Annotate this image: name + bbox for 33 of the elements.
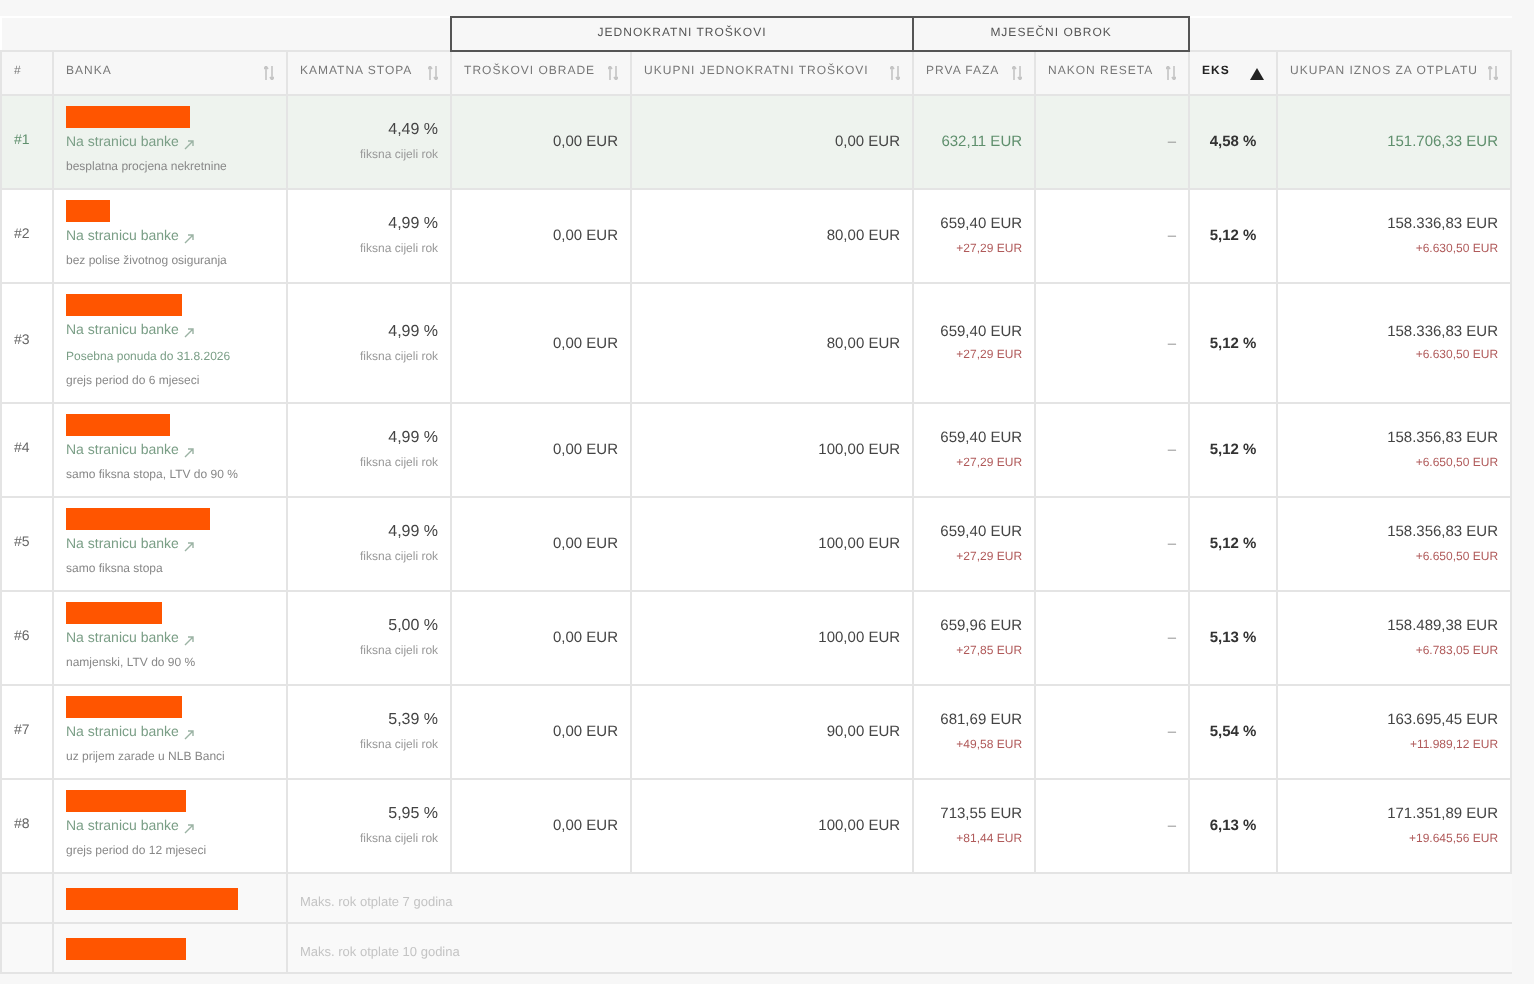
sort-icon[interactable] — [1012, 66, 1023, 80]
redacted-bank-name — [66, 695, 182, 718]
redacted-bank-name — [66, 601, 162, 624]
interest-rate: 4,99 % — [388, 319, 439, 343]
external-link-icon — [184, 823, 195, 833]
external-link-icon — [184, 635, 195, 645]
redacted-bank-name — [66, 199, 110, 222]
external-link-icon — [184, 729, 195, 739]
redacted-bank-name — [66, 507, 210, 530]
sort-icon[interactable] — [608, 66, 619, 80]
interest-rate: 5,95 % — [388, 802, 439, 826]
redacted-bank-name — [66, 105, 190, 128]
external-link-icon — [184, 139, 195, 149]
redacted-bank-name — [66, 294, 182, 317]
sort-icon[interactable] — [890, 66, 901, 80]
interest-rate: 4,49 % — [388, 118, 439, 142]
redacted-bank-name — [66, 937, 186, 959]
external-link-icon — [184, 447, 195, 457]
interest-rate: 4,99 % — [388, 426, 439, 450]
interest-rate: 4,99 % — [388, 212, 439, 236]
sort-icon[interactable] — [1166, 66, 1177, 80]
sort-icon[interactable] — [428, 66, 439, 80]
sort-ascending-icon[interactable] — [1250, 67, 1265, 79]
interest-rate: 5,00 % — [388, 614, 439, 638]
redacted-bank-name — [66, 413, 170, 436]
external-link-icon — [184, 541, 195, 551]
interest-rate: 5,39 % — [388, 708, 439, 732]
external-link-icon — [184, 328, 195, 338]
sort-icon[interactable] — [1488, 66, 1499, 80]
redacted-bank-name — [66, 789, 186, 812]
external-link-icon — [184, 233, 195, 243]
interest-rate: 4,99 % — [388, 520, 439, 544]
sort-icon[interactable] — [264, 66, 274, 80]
